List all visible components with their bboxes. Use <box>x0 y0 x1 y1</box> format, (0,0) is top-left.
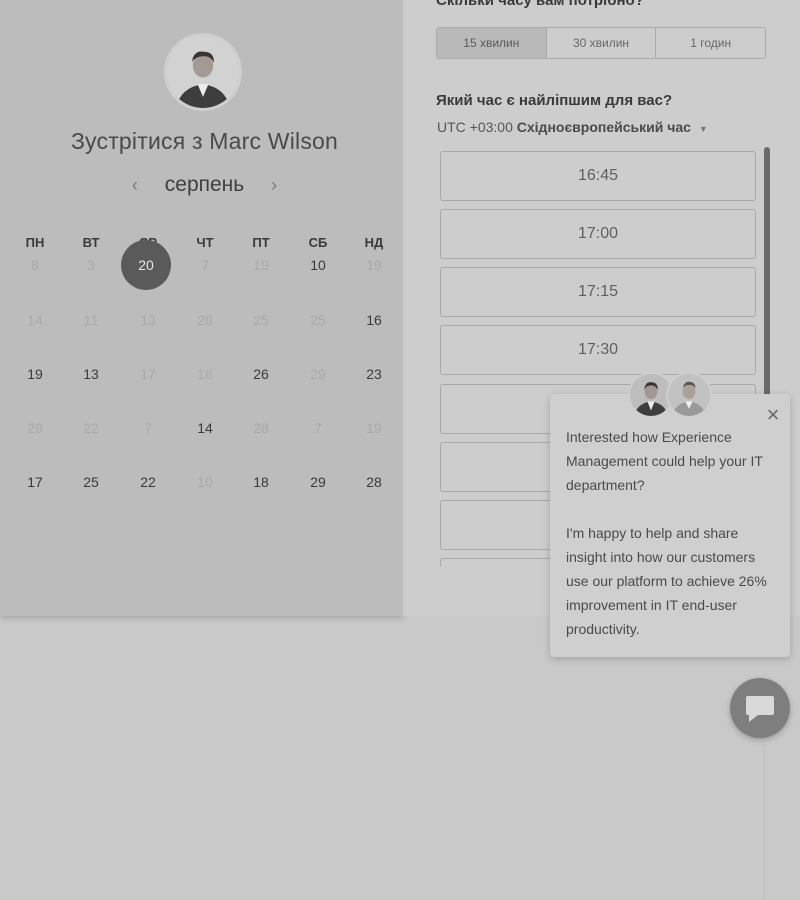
calendar-day[interactable]: 29 <box>293 457 343 507</box>
time-slot[interactable]: 16:45 <box>440 151 756 201</box>
calendar-day: 14 <box>27 312 43 328</box>
prev-month-icon[interactable]: ‹ <box>125 175 145 196</box>
timezone-offset: UTC +03:00 <box>437 119 513 135</box>
duration-selector: 15 хвилин 30 хвилин 1 годин <box>436 27 766 59</box>
chat-message-paragraph: I'm happy to help and share insight into… <box>566 525 767 637</box>
chat-message: Interested how Experience Management cou… <box>566 425 778 641</box>
calendar-day: 22 <box>83 420 99 436</box>
duration-question: Скільки часу вам потрібно? <box>436 0 644 9</box>
calendar-day: 3 <box>87 257 95 273</box>
calendar-day: 7 <box>314 420 322 436</box>
calendar-day: 13 <box>140 312 156 328</box>
calendar-day: 29 <box>27 420 43 436</box>
calendar-day-selected[interactable]: 20 <box>121 240 171 290</box>
chat-agent-avatars <box>628 372 716 420</box>
calendar-day[interactable]: 17 <box>10 457 60 507</box>
calendar-day[interactable]: 19 <box>10 349 60 399</box>
calendar-day: 28 <box>253 420 269 436</box>
duration-option-30[interactable]: 30 хвилин <box>547 28 657 58</box>
duration-option-60[interactable]: 1 годин <box>656 28 765 58</box>
calendar-day[interactable]: 25 <box>66 457 116 507</box>
calendar-day: 19 <box>253 257 269 273</box>
meeting-title: Зустрітися з Marc Wilson <box>70 128 339 154</box>
calendar-day[interactable]: 26 <box>236 349 286 399</box>
calendar-day: 19 <box>366 420 382 436</box>
chat-bubble-icon <box>746 696 774 722</box>
calendar-day[interactable]: 16 <box>349 295 399 345</box>
agent-avatar <box>666 372 712 418</box>
close-icon[interactable]: × <box>763 404 783 426</box>
calendar-day[interactable]: 28 <box>349 457 399 507</box>
calendar-day: 11 <box>83 312 99 328</box>
host-avatar <box>164 33 242 111</box>
time-slot[interactable]: 17:15 <box>440 267 756 317</box>
calendar-day: 18 <box>197 366 213 382</box>
calendar-day: 10 <box>197 474 213 490</box>
calendar-day[interactable]: 23 <box>349 349 399 399</box>
next-month-icon[interactable]: › <box>264 175 284 196</box>
calendar-day: 25 <box>253 312 269 328</box>
calendar-day: 29 <box>310 366 326 382</box>
page-edge-divider <box>764 740 765 900</box>
calendar-day[interactable]: 18 <box>236 457 286 507</box>
open-chat-button[interactable] <box>730 678 790 738</box>
calendar-day: 7 <box>201 257 209 273</box>
time-question: Який час є найліпшим для вас? <box>436 92 673 109</box>
calendar-day: 7 <box>144 420 152 436</box>
slot-list-scrollbar[interactable] <box>764 147 770 397</box>
duration-option-15[interactable]: 15 хвилин <box>437 28 547 58</box>
calendar-day: 17 <box>140 366 156 382</box>
chat-message-paragraph: Interested how Experience Management cou… <box>566 429 763 493</box>
time-slot[interactable]: 17:00 <box>440 209 756 259</box>
calendar-day: 25 <box>310 312 326 328</box>
caret-down-icon: ▼ <box>698 124 708 134</box>
calendar-day[interactable]: 22 <box>123 457 173 507</box>
calendar-day: 19 <box>366 257 382 273</box>
calendar-day[interactable]: 10 <box>293 240 343 290</box>
timezone-name: Східноєвропейський час <box>516 119 691 135</box>
calendar-day: 8 <box>31 257 39 273</box>
month-label: серпень <box>164 173 245 196</box>
time-slot[interactable]: 17:30 <box>440 325 756 375</box>
calendar-day: 28 <box>197 312 213 328</box>
month-navigation: ‹ серпень › <box>0 173 409 197</box>
calendar-day[interactable]: 13 <box>66 349 116 399</box>
calendar-day[interactable]: 14 <box>180 403 230 453</box>
timezone-selector[interactable]: UTC +03:00 Східноєвропейський час ▼ <box>437 119 708 135</box>
